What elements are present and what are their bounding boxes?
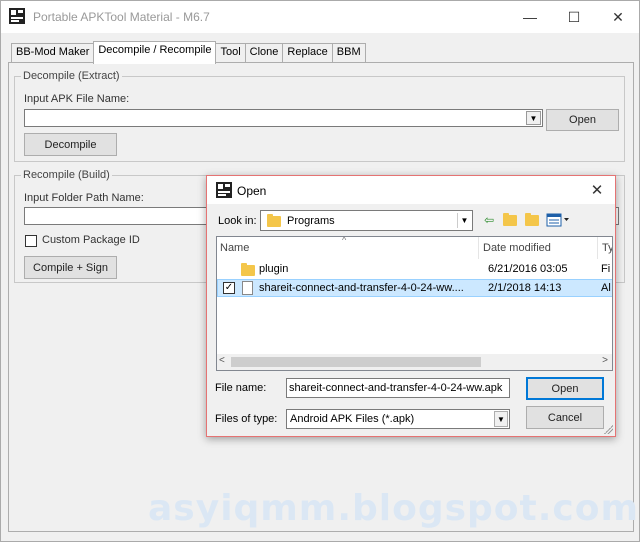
custom-package-label: Custom Package ID [42, 234, 140, 246]
column-name-label: Name [220, 242, 250, 254]
file-type: Fi [601, 263, 611, 275]
title-bar: Portable APKTool Material - M6.7 — ☐ ✕ [1, 1, 639, 33]
horizontal-scrollbar[interactable]: < > [217, 354, 612, 370]
files-of-type-label: Files of type: [215, 413, 278, 425]
tab-bb-mod-maker[interactable]: BB-Mod Maker [11, 43, 95, 63]
app-icon [9, 8, 25, 24]
dialog-cancel-button[interactable]: Cancel [526, 406, 604, 429]
minimize-button[interactable]: — [507, 1, 553, 33]
dialog-open-button[interactable]: Open [526, 377, 604, 400]
tab-replace[interactable]: Replace [282, 43, 333, 63]
checkbox-checked-icon[interactable]: ✓ [223, 282, 235, 294]
scrollbar-thumb[interactable] [231, 357, 481, 367]
files-of-type-combo[interactable]: Android APK Files (*.apk) ▼ [286, 409, 510, 429]
file-name-label: File name: [215, 382, 267, 394]
folder-new-glyph [525, 212, 539, 226]
watermark: asyiqmm.blogspot.com [148, 488, 640, 529]
folder-icon [241, 263, 255, 276]
tab-clone[interactable]: Clone [244, 43, 284, 63]
view-grid-glyph [546, 213, 569, 227]
chevron-down-icon[interactable]: ▼ [494, 411, 508, 427]
file-name-field[interactable]: shareit-connect-and-transfer-4-0-24-ww.a… [286, 378, 510, 398]
dialog-title: Open [237, 184, 267, 198]
input-apk-combo[interactable]: ▼ [24, 109, 543, 127]
chevron-down-icon[interactable]: ▼ [457, 213, 471, 228]
column-date-modified[interactable]: Date modified [480, 237, 598, 259]
files-of-type-value: Android APK Files (*.apk) [290, 413, 415, 425]
chevron-down-icon[interactable]: ▼ [526, 111, 541, 125]
folder-icon [267, 214, 281, 227]
dialog-close-button[interactable]: ✕ [585, 180, 609, 200]
tab-strip: BB-Mod Maker Decompile / Recompile Tool … [11, 41, 366, 64]
new-folder-icon[interactable] [523, 212, 541, 228]
scroll-right-icon[interactable]: > [602, 355, 608, 366]
file-name: plugin [259, 263, 289, 275]
close-button[interactable]: ✕ [595, 1, 640, 33]
list-item[interactable]: plugin 6/21/2016 03:05 Fi [217, 261, 612, 279]
look-in-value: Programs [287, 215, 335, 227]
input-apk-label: Input APK File Name: [24, 93, 130, 105]
input-folder-label: Input Folder Path Name: [24, 192, 144, 204]
decompile-button[interactable]: Decompile [24, 133, 117, 156]
file-type: Al [601, 282, 611, 294]
look-in-combo[interactable]: Programs ▼ [260, 210, 473, 231]
column-type[interactable]: Ty [599, 237, 612, 259]
column-name[interactable]: Name ^ [217, 237, 479, 259]
sort-up-icon: ^ [342, 236, 347, 245]
window-title: Portable APKTool Material - M6.7 [33, 10, 210, 24]
look-in-label: Look in: [218, 215, 257, 227]
app-icon [216, 182, 232, 198]
up-folder-icon[interactable] [501, 212, 519, 228]
decompile-legend: Decompile (Extract) [21, 70, 122, 82]
tab-bbm[interactable]: BBM [331, 43, 366, 63]
file-name: shareit-connect-and-transfer-4-0-24-ww..… [259, 282, 464, 294]
open-dialog: Open ✕ Look in: Programs ▼ ⇦ Name ^ Date… [206, 175, 616, 437]
list-item-selected[interactable]: ✓ shareit-connect-and-transfer-4-0-24-ww… [217, 279, 612, 297]
folder-up-glyph [503, 212, 517, 226]
scroll-left-icon[interactable]: < [219, 355, 225, 366]
file-list: Name ^ Date modified Ty plugin 6/21/2016… [216, 236, 613, 371]
custom-package-checkbox[interactable] [25, 235, 37, 247]
maximize-button[interactable]: ☐ [551, 1, 597, 33]
file-icon [242, 281, 253, 295]
dialog-title-bar: Open ✕ [207, 176, 615, 204]
file-list-header: Name ^ Date modified Ty [217, 237, 612, 259]
tab-tool[interactable]: Tool [215, 43, 246, 63]
open-apk-button[interactable]: Open [546, 109, 619, 131]
file-date: 2/1/2018 14:13 [488, 282, 562, 294]
view-menu-icon[interactable] [546, 212, 570, 228]
resize-grip-icon[interactable] [603, 424, 613, 434]
compile-sign-button[interactable]: Compile + Sign [24, 256, 117, 279]
back-icon[interactable]: ⇦ [480, 212, 498, 228]
decompile-group: Decompile (Extract) Input APK File Name:… [14, 70, 625, 162]
recompile-legend: Recompile (Build) [21, 169, 112, 181]
tab-decompile-recompile[interactable]: Decompile / Recompile [93, 41, 217, 64]
file-date: 6/21/2016 03:05 [488, 263, 568, 275]
